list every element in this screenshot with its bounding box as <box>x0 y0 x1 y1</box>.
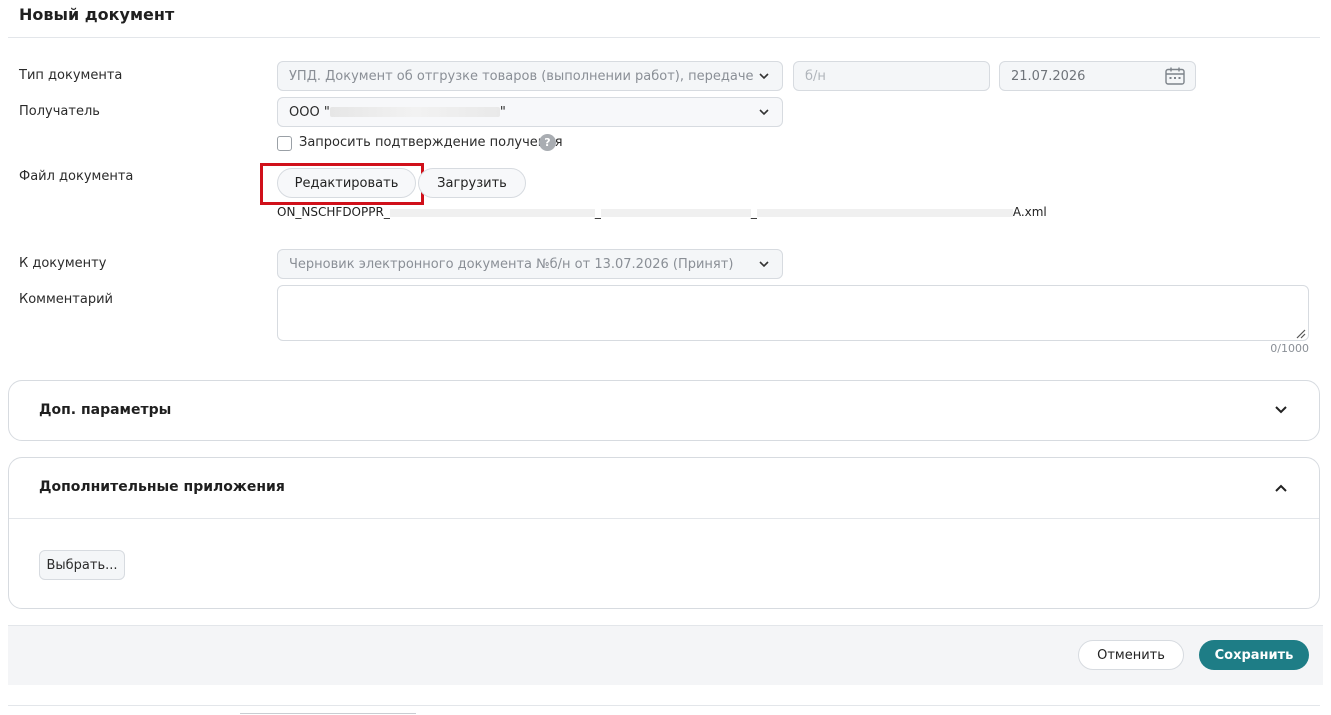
confirm-receipt-checkbox[interactable] <box>277 136 292 151</box>
recipient-prefix: ООО " <box>289 104 330 120</box>
recipient-value: ООО " " <box>289 105 757 120</box>
doc-type-value: УПД. Документ об отгрузке товаров (выпол… <box>289 68 757 84</box>
doc-type-select[interactable]: УПД. Документ об отгрузке товаров (выпол… <box>277 61 783 91</box>
to-document-label: К документу <box>19 256 107 271</box>
comment-label: Комментарий <box>19 292 113 307</box>
comment-textarea[interactable] <box>277 285 1309 341</box>
chevron-up-icon[interactable] <box>1273 480 1289 496</box>
extra-params-panel[interactable]: Доп. параметры <box>8 380 1320 441</box>
file-name-redacted-3 <box>756 208 1013 217</box>
comment-counter: 0/1000 <box>1270 342 1309 355</box>
calendar-icon[interactable] <box>1165 67 1185 85</box>
chevron-down-icon <box>757 105 771 119</box>
doc-type-label: Тип документа <box>19 68 123 83</box>
save-button[interactable]: Сохранить <box>1199 640 1309 670</box>
to-document-select[interactable]: Черновик электронного документа №б/н от … <box>277 249 783 279</box>
chevron-down-icon <box>757 69 771 83</box>
doc-date-value: 21.07.2026 <box>1011 68 1086 84</box>
recipient-select[interactable]: ООО " " <box>277 97 783 127</box>
recipient-label: Получатель <box>19 104 100 119</box>
file-name-end: A.xml <box>1012 205 1047 219</box>
file-label: Файл документа <box>19 169 134 184</box>
doc-date-input[interactable]: 21.07.2026 <box>999 61 1196 91</box>
to-document-value: Черновик электронного документа №б/н от … <box>289 256 734 272</box>
bottom-tab-edge <box>240 713 416 714</box>
title-divider <box>8 37 1320 38</box>
bottom-divider <box>8 705 1320 706</box>
file-name[interactable]: ON_NSCHFDOPPR_ _ _ A.xml <box>277 205 1047 219</box>
recipient-suffix: " <box>499 104 506 120</box>
doc-number-placeholder: б/н <box>805 68 826 84</box>
upload-button[interactable]: Загрузить <box>418 168 526 198</box>
page-title: Новый документ <box>19 5 175 24</box>
edit-button[interactable]: Редактировать <box>277 168 416 198</box>
attachments-divider <box>9 518 1319 519</box>
chevron-down-icon[interactable] <box>1273 401 1289 417</box>
chevron-down-icon <box>757 257 771 271</box>
extra-params-title: Доп. параметры <box>39 402 172 418</box>
attachments-title: Дополнительные приложения <box>39 479 285 495</box>
attachments-panel: Дополнительные приложения Выбрать... <box>8 457 1320 609</box>
file-name-redacted-1 <box>389 208 595 217</box>
help-icon[interactable]: ? <box>539 134 556 151</box>
file-name-redacted-2 <box>600 208 751 217</box>
recipient-redacted <box>329 107 500 117</box>
confirm-receipt-label[interactable]: Запросить подтверждение получения <box>299 135 563 150</box>
choose-file-button[interactable]: Выбрать... <box>39 550 125 580</box>
doc-number-input[interactable]: б/н <box>793 61 990 91</box>
resize-handle-icon[interactable] <box>1296 329 1306 339</box>
cancel-button[interactable]: Отменить <box>1078 640 1184 670</box>
file-name-start: ON_NSCHFDOPPR_ <box>277 205 390 219</box>
